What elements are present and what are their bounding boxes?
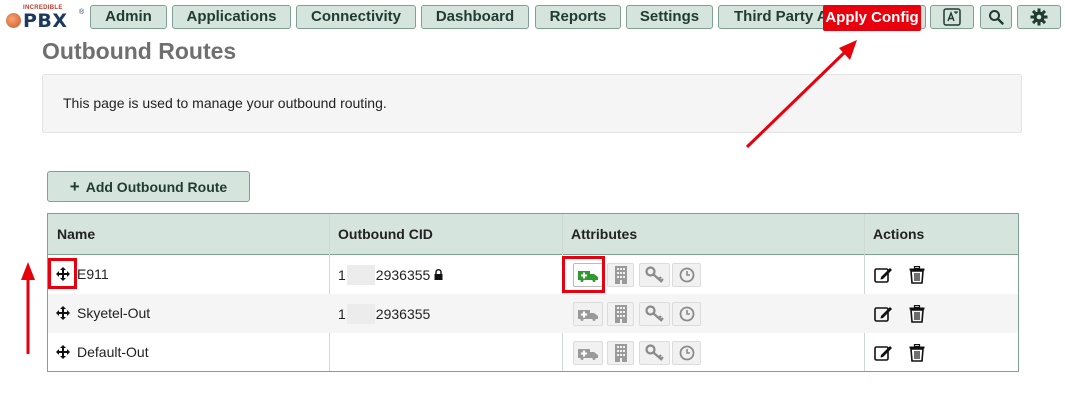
- annotation-arrows: [21, 40, 857, 354]
- arrow-up-head: [21, 262, 35, 280]
- arrow-diagonal-line: [745, 50, 847, 149]
